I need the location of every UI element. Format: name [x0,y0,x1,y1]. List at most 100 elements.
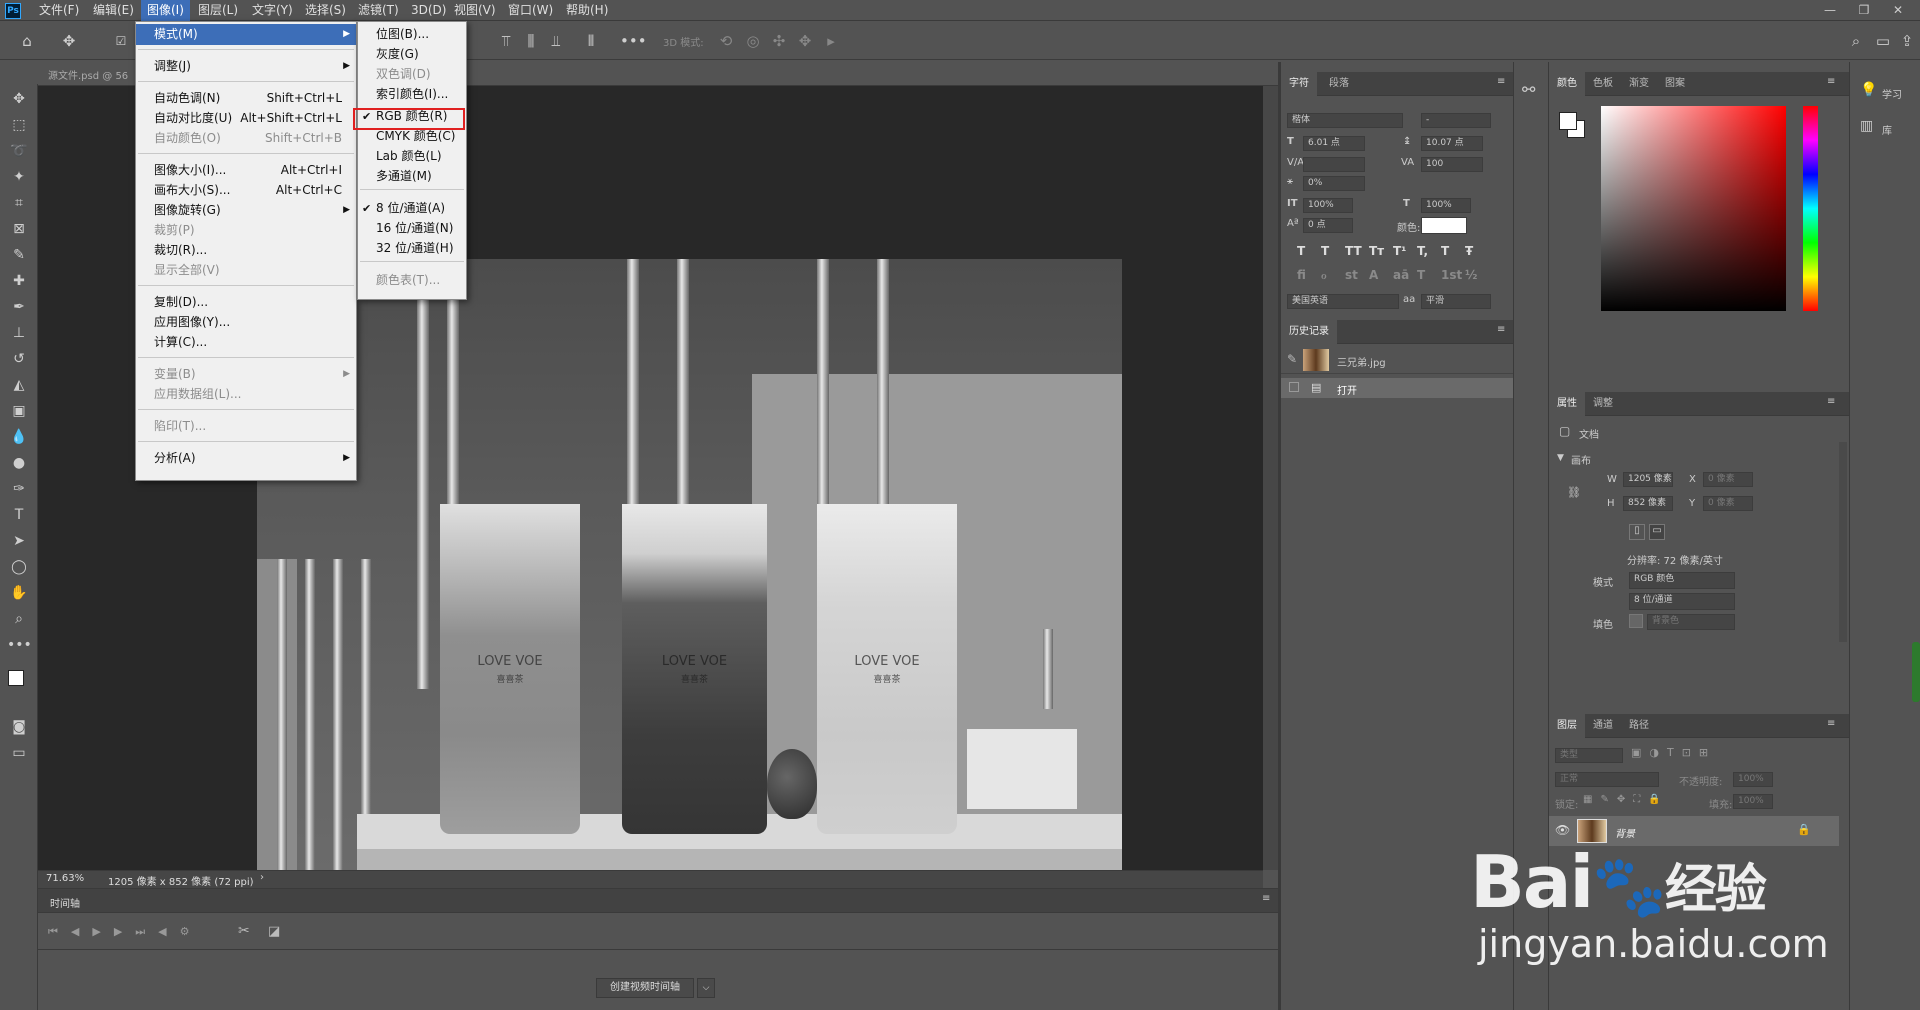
tab-swatches[interactable]: 色板 [1585,72,1621,96]
panel-menu-icon[interactable]: ≡ [1827,718,1835,729]
image-menu-item[interactable]: 自动色调(N) Shift+Ctrl+L [136,88,356,109]
menu-1[interactable]: 编辑(E) [87,0,140,21]
ot-button[interactable]: 1st [1441,268,1462,282]
canvas-y-field[interactable]: 0 像素 [1703,496,1753,511]
baseline-shift-field[interactable]: 0 点 [1303,218,1353,233]
styles-button[interactable]: T, [1417,244,1428,258]
horizontal-scale-field[interactable]: 100% [1421,198,1471,213]
auto-select-checkbox[interactable]: ☑ [110,30,132,52]
gradient-tool-icon[interactable]: ▣ [7,400,31,422]
color-field[interactable] [1601,106,1786,311]
stamp-tool-icon[interactable]: ⊥ [7,322,31,344]
share-icon[interactable]: ⇪ [1896,30,1918,52]
language-select[interactable]: 美国英语 [1287,294,1399,309]
menu-9[interactable]: 窗口(W) [502,0,559,21]
eraser-tool-icon[interactable]: ◭ [7,374,31,396]
more-options-icon[interactable]: ••• [620,30,647,52]
landscape-icon[interactable]: ▭ [1649,524,1665,540]
styles-button[interactable]: T [1321,244,1329,258]
styles-button[interactable]: T [1297,244,1305,258]
minimize-button[interactable]: — [1815,0,1845,21]
zoom-level[interactable]: 71.63% [46,873,84,884]
ot-button[interactable]: A [1369,268,1378,282]
tab-properties[interactable]: 属性 [1549,392,1585,416]
chevron-down-icon[interactable]: ⌵ [697,978,715,998]
layer-filter-select[interactable]: 类型 [1555,748,1623,763]
lock-icon[interactable]: 🔒 [1797,823,1811,836]
crop-tool-icon[interactable]: ⌗ [7,192,31,214]
workspace-icon[interactable]: ▭ [1872,30,1894,52]
fill-select[interactable]: 背景色 [1647,614,1735,630]
mode-menu-item[interactable]: Lab 颜色(L) [358,146,466,167]
font-family-select[interactable]: 楷体 [1287,113,1403,128]
tab-patterns[interactable]: 图案 [1657,72,1693,96]
tab-color[interactable]: 颜色 [1549,72,1585,96]
menu-2[interactable]: 图像(I) [141,0,190,21]
frame-tool-icon[interactable]: ⊠ [7,218,31,240]
tab-paragraph[interactable]: 段落 [1321,72,1357,96]
bit-depth-select[interactable]: 8 位/通道 [1629,593,1735,610]
image-menu-item[interactable]: 画布大小(S)... Alt+Ctrl+C [136,180,356,201]
mode-menu-item[interactable]: 16 位/通道(N) [358,218,466,239]
ot-button[interactable]: st [1345,268,1358,282]
close-button[interactable]: ✕ [1883,0,1913,21]
layer-name[interactable]: 背景 [1615,825,1635,840]
image-menu-item[interactable]: 应用图像(Y)... [136,312,356,333]
image-menu-item[interactable]: 图像旋转(G) ▶ [136,200,356,221]
tab-history[interactable]: 历史记录 [1281,320,1337,344]
ellipse-tool-icon[interactable]: ◯ [7,556,31,578]
status-arrow-icon[interactable]: › [260,872,264,883]
library-label[interactable]: 库 [1882,122,1892,137]
screen-mode-icon[interactable]: ▭ [7,742,31,764]
vertical-scale-field[interactable]: 100% [1303,198,1353,213]
panel-menu-icon[interactable]: ≡ [1497,76,1505,87]
panel-menu-icon[interactable]: ≡ [1827,76,1835,87]
history-step-checkbox[interactable] [1289,382,1299,392]
menu-6[interactable]: 滤镜(T) [352,0,405,21]
canvas-x-field[interactable]: 0 像素 [1703,472,1753,487]
menu-7[interactable]: 3D(D) [405,0,452,21]
portrait-icon[interactable]: ▯ [1629,524,1645,540]
canvas-width-field[interactable]: 1205 像素 [1623,472,1673,487]
panel-menu-icon[interactable]: ≡ [1497,324,1505,335]
tracking-field[interactable]: 100 [1421,157,1483,172]
quick-mask-icon[interactable]: ◙ [7,716,31,738]
styles-button[interactable]: Ŧ [1465,244,1473,258]
tab-adjustments[interactable]: 调整 [1585,392,1621,416]
image-menu-item[interactable]: 自动对比度(U) Alt+Shift+Ctrl+L [136,108,356,129]
blur-tool-icon[interactable]: 💧 [7,426,31,448]
side-handle[interactable] [1912,642,1920,702]
healing-brush-icon[interactable]: ✚ [7,270,31,292]
learn-label[interactable]: 学习 [1882,86,1902,101]
brush-tool-icon[interactable]: ✒ [7,296,31,318]
pen-tool-icon[interactable]: ✑ [7,478,31,500]
history-snapshot[interactable]: ✎ 三兄弟.jpg [1281,346,1513,374]
blend-mode-select[interactable]: 正常 [1555,772,1659,787]
ot-button[interactable]: fi [1297,268,1306,282]
scrollbar[interactable] [1839,442,1847,642]
learn-icon[interactable]: 💡 [1860,82,1877,98]
foreground-color-swatch[interactable] [8,670,24,686]
mode-menu-item[interactable]: ✔ 8 位/通道(A) [358,198,466,219]
font-style-select[interactable]: - [1421,113,1491,128]
tab-channels[interactable]: 通道 [1585,714,1621,738]
create-video-timeline-button[interactable]: 创建视频时间轴 [596,978,694,998]
restore-button[interactable]: ❐ [1849,0,1879,21]
anti-alias-select[interactable]: 平滑 [1421,294,1491,309]
scroll-strip[interactable] [1263,86,1278,870]
tab-character[interactable]: 字符 [1281,72,1317,96]
align-middle-icon[interactable]: ⫼ [520,30,542,52]
menu-3[interactable]: 图层(L) [192,0,244,21]
image-menu-item[interactable]: 计算(C)... [136,332,356,353]
tab-layers[interactable]: 图层 [1549,714,1585,738]
dodge-tool-icon[interactable]: ● [7,452,31,474]
document-tab[interactable]: 源文件.psd @ 56 [48,67,128,82]
link-icon[interactable]: ⛓ [1567,486,1581,499]
styles-button[interactable]: T [1441,244,1449,258]
adjust-icon[interactable]: ⚯ [1522,80,1535,99]
chevron-down-icon[interactable]: ▼ [1557,453,1564,463]
history-step[interactable]: ▤ 打开 [1281,378,1513,398]
document-image[interactable]: LOVE VOE 喜喜茶 LOVE VOE 喜喜茶 LOVE VOE 喜喜茶 [257,259,1122,870]
text-color-swatch[interactable] [1421,217,1467,234]
image-menu-item[interactable]: 图像大小(I)... Alt+Ctrl+I [136,160,356,181]
